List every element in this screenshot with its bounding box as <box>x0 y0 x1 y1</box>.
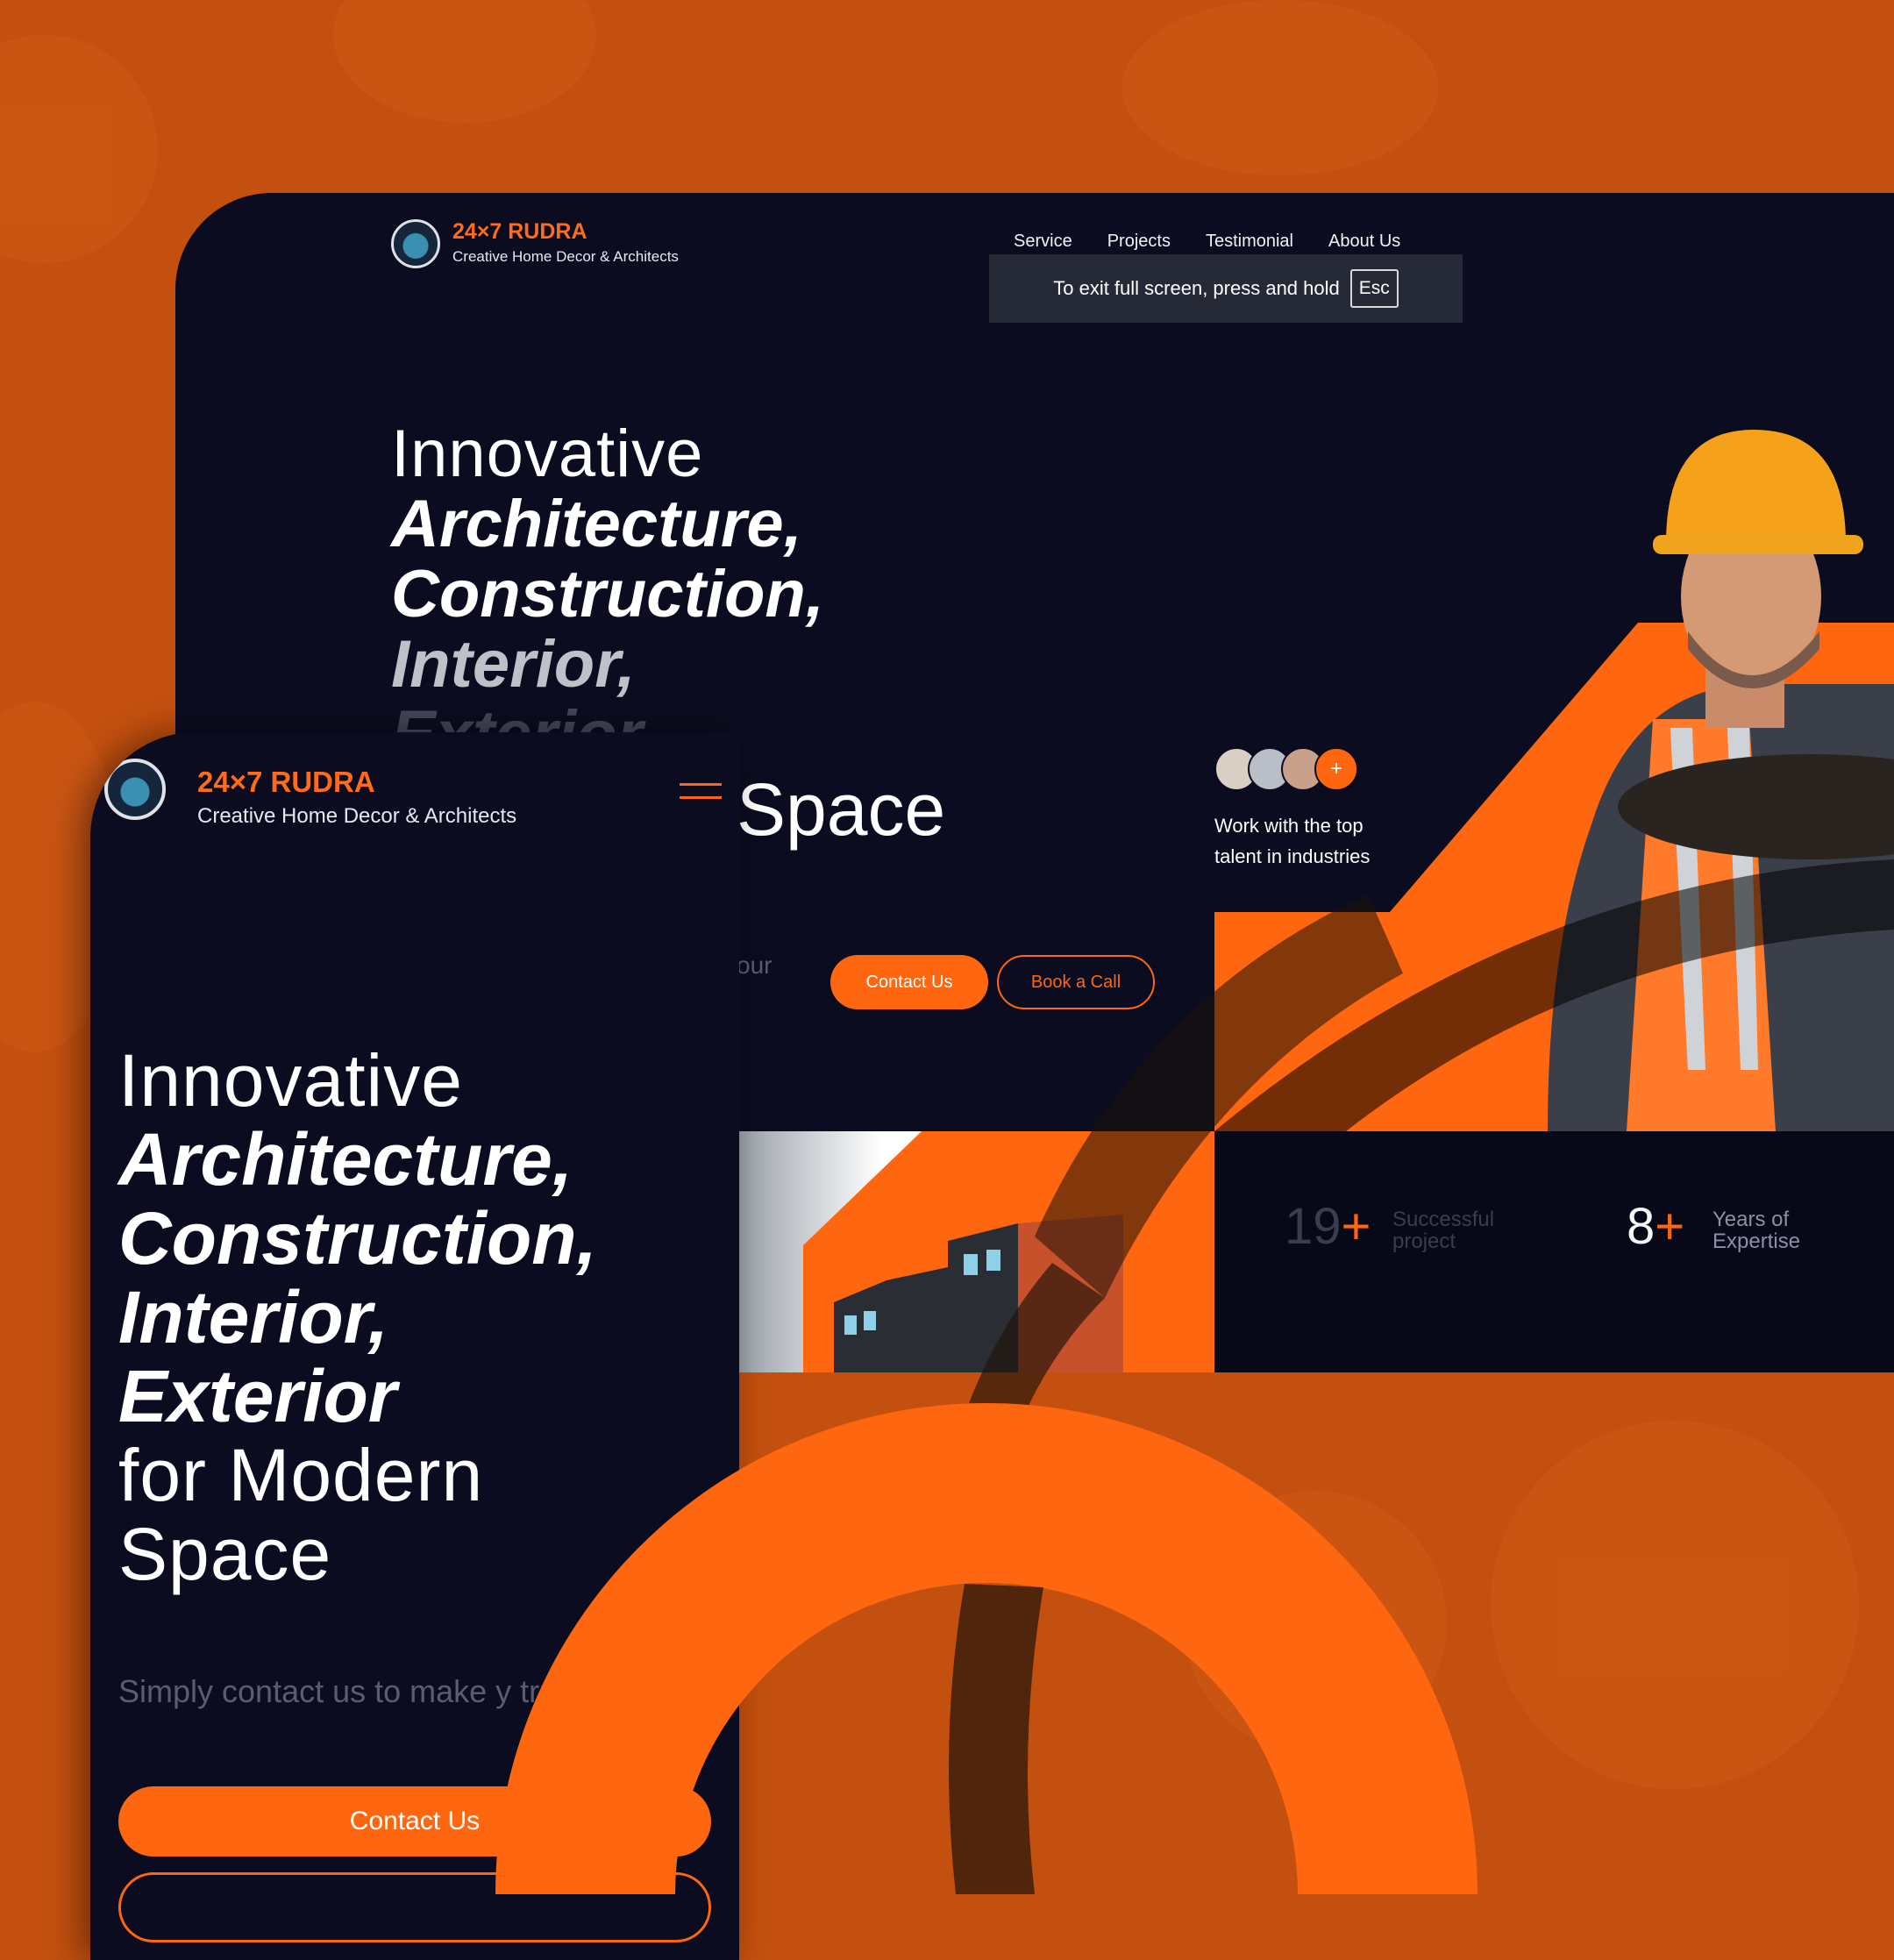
brand-name[interactable]: 24×7 RUDRA <box>452 219 587 245</box>
stat-label-years: Years of Expertise <box>1712 1208 1800 1252</box>
stat-label-line1: Years of <box>1712 1208 1790 1231</box>
add-talent-icon[interactable]: + <box>1314 747 1358 791</box>
stat-label-line1: Successful <box>1392 1208 1495 1231</box>
hero-worker-image <box>1214 430 1894 1131</box>
mobile-screen: 24×7 RUDRA Creative Home Decor & Archite… <box>90 732 739 1960</box>
hero-line-interior: Interior, <box>391 627 636 702</box>
stats-band: 19+ Successful project 8+ Years of Exper… <box>1214 1131 1894 1372</box>
mobile-line-construction: Construction, <box>118 1197 597 1279</box>
building-image <box>737 1131 1214 1372</box>
talent-caption: Work with the top talent in industries <box>1214 815 1371 867</box>
contact-us-button[interactable]: Contact Us <box>830 955 988 1009</box>
mobile-line-innovative: Innovative <box>118 1039 463 1122</box>
brand-tagline: Creative Home Decor & Architects <box>452 248 679 265</box>
book-a-call-button[interactable]: Book a Call <box>997 955 1155 1009</box>
stat-label-successful: Successful project <box>1392 1208 1494 1252</box>
brand-logo[interactable] <box>391 219 440 268</box>
hero-line-innovative: Innovative <box>391 417 704 491</box>
mobile-line-architecture: Architecture, <box>118 1118 573 1201</box>
stat-value: 8 <box>1627 1198 1655 1255</box>
mobile-line-interior: Interior, <box>118 1276 389 1358</box>
hero-line-construction: Construction, <box>391 557 824 631</box>
mobile-brand-logo[interactable] <box>104 759 166 820</box>
mobile-brand-name[interactable]: 24×7 RUDRA <box>197 766 375 799</box>
nav-item-projects[interactable]: Projects <box>1107 232 1171 252</box>
hero-headline: Innovative Architecture, Construction, I… <box>391 419 824 770</box>
hero-line-architecture: Architecture, <box>391 487 802 561</box>
stat-value: 19 <box>1285 1198 1342 1255</box>
stat-successful-projects: 19+ <box>1285 1197 1371 1256</box>
mobile-line-space: Space <box>118 1513 332 1595</box>
nav-item-service[interactable]: Service <box>1014 232 1072 252</box>
mobile-secondary-button[interactable] <box>118 1872 711 1942</box>
mobile-line-exterior: Exterior <box>118 1355 397 1437</box>
stat-suffix: + <box>1655 1198 1685 1255</box>
mobile-contact-us-button[interactable]: Contact Us <box>118 1786 711 1857</box>
mobile-hero-headline: Innovative Architecture, Construction, I… <box>118 1041 597 1593</box>
hero-subtext-fragment: our <box>737 951 773 979</box>
hero-line-space: Space <box>737 768 946 851</box>
stat-suffix: + <box>1341 1198 1371 1255</box>
hamburger-menu-icon[interactable] <box>680 783 722 804</box>
team-avatars: + <box>1214 747 1358 791</box>
mobile-brand-tagline: Creative Home Decor & Architects <box>197 804 517 828</box>
stat-label-line2: Expertise <box>1712 1229 1801 1253</box>
stat-label-line2: project <box>1392 1229 1456 1253</box>
stat-years-expertise: 8+ <box>1627 1197 1684 1256</box>
mobile-line-for-modern: for Modern <box>118 1434 484 1516</box>
mobile-hero-subtext: Simply contact us to make y true <box>118 1673 575 1709</box>
